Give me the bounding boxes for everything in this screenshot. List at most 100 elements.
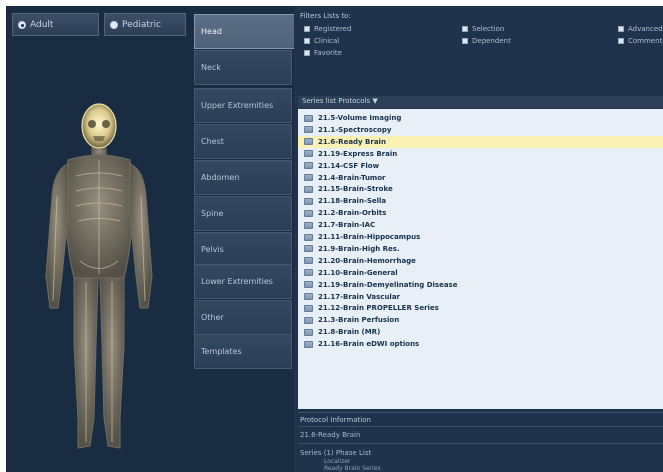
protocol-list-item[interactable]: 21.16-Brain eDWI options [298, 338, 663, 350]
protocol-list-item[interactable]: 21.17-Brain Vascular [298, 291, 663, 303]
protocol-name: 21.18-Brain-Sella [318, 197, 387, 206]
protocol-list-item[interactable]: 21.15-Brain-Stroke [298, 183, 663, 195]
protocol-name: 21.5-Volume Imaging [318, 114, 402, 122]
filter-registered-label: Registered [314, 25, 352, 33]
radio-unselected-icon [110, 20, 118, 29]
protocol-list-item[interactable]: 21.18-Brain-Sella [298, 195, 663, 207]
tab-upper-extremities-label: Upper Extremities [201, 101, 274, 110]
protocol-name: 21.14-CSF Flow [318, 161, 380, 170]
folder-icon [304, 233, 313, 241]
protocol-list-item[interactable]: 21.7-Brain-IAC [298, 219, 663, 231]
filter-dependent-checkbox[interactable]: Dependent [462, 37, 511, 45]
filters-label: Filters Lists to: [300, 12, 351, 20]
folder-icon [304, 174, 313, 181]
protocol-list-item[interactable]: 21.10-Brain-General [298, 267, 663, 279]
filter-comments-checkbox[interactable]: Comments [618, 37, 663, 45]
filter-dependent-label: Dependent [472, 37, 511, 45]
protocol-info-step: Localizer [324, 458, 351, 465]
tab-templates[interactable]: Templates [194, 334, 292, 369]
protocol-name: 21.4-Brain-Tumor [318, 173, 386, 182]
checkbox-icon [304, 38, 310, 44]
tab-lower-extremities[interactable]: Lower Extremities [194, 264, 292, 299]
tab-other[interactable]: Other [194, 300, 292, 335]
checkbox-icon [618, 26, 624, 32]
filter-favorite-label: Favorite [314, 49, 342, 57]
checkbox-icon [462, 26, 468, 32]
filter-advanced-checkbox[interactable]: Advanced [618, 25, 663, 33]
checkbox-icon [304, 50, 310, 56]
protocol-name: 21.11-Brain-Hippocampus [318, 233, 421, 241]
tab-chest[interactable]: Chest [194, 124, 292, 159]
protocol-info-label: Protocol Information [300, 416, 371, 424]
protocol-name: 21.19-Brain-Demyelinating Disease [318, 280, 458, 289]
protocol-list-item[interactable]: 21.11-Brain-Hippocampus [298, 231, 663, 243]
divider [298, 443, 663, 444]
anatomy-panel: Adult Pediatric [6, 6, 190, 472]
protocol-list[interactable]: 21.5-Volume Imaging 21.1-Spectroscopy 21.6… [298, 109, 663, 409]
tab-head[interactable]: Head [194, 14, 296, 49]
checkbox-icon [618, 38, 624, 44]
protocol-name: 21.6-Ready Brain [318, 137, 386, 146]
protocol-list-item[interactable]: 21.9-Brain-High Res. [298, 243, 663, 255]
folder-icon [304, 257, 313, 265]
protocol-content-panel: Filters Lists to: Registered Clinical Fa… [294, 6, 663, 472]
tab-pelvis[interactable]: Pelvis [194, 232, 292, 267]
protocol-list-item[interactable]: 21.4-Brain-Tumor [298, 172, 663, 184]
folder-icon [304, 340, 313, 348]
protocol-name: 21.3-Brain Perfusion [318, 316, 400, 325]
tab-lower-extremities-label: Lower Extremities [201, 277, 273, 286]
region-tab-list: Head Neck Upper Extremities Chest Abdome… [190, 6, 296, 472]
folder-icon [304, 221, 313, 229]
folder-icon [304, 209, 313, 217]
tab-other-label: Other [201, 313, 224, 322]
protocol-name: 21.12-Brain PROPELLER Series [318, 304, 439, 313]
tab-spine-label: Spine [201, 209, 224, 218]
checkbox-icon [462, 38, 468, 44]
protocol-info-step: Ready Brain Series [324, 465, 381, 472]
folder-icon [304, 185, 313, 193]
filter-selection-checkbox[interactable]: Selection [462, 25, 504, 33]
protocol-list-item[interactable]: 21.8-Brain (MR) [298, 326, 663, 338]
filter-clinical-checkbox[interactable]: Clinical [304, 37, 339, 45]
folder-icon [304, 281, 313, 289]
tab-neck-label: Neck [201, 63, 221, 72]
protocol-name: 21.20-Brain-Hemorrhage [318, 256, 416, 265]
filter-favorite-checkbox[interactable]: Favorite [304, 49, 342, 57]
protocol-info-name: 21.6-Ready Brain [300, 431, 361, 439]
protocol-list-item[interactable]: 21.14-CSF Flow [298, 160, 663, 172]
adult-radio-button[interactable]: Adult [12, 13, 99, 36]
protocol-list-item[interactable]: 21.5-Volume Imaging [298, 112, 663, 124]
human-body-figure[interactable] [6, 46, 190, 472]
protocol-list-item[interactable]: 21.6-Ready Brain [298, 135, 663, 148]
tab-upper-extremities[interactable]: Upper Extremities [194, 88, 292, 123]
folder-icon [304, 150, 313, 158]
checkbox-icon [304, 26, 310, 32]
protocol-selector-window: Adult Pediatric Head Neck Upper Extremit… [6, 6, 663, 472]
filter-registered-checkbox[interactable]: Registered [304, 25, 351, 33]
filter-comments-label: Comments [628, 37, 663, 45]
folder-icon [304, 304, 313, 312]
protocol-list-item[interactable]: 21.2-Brain-Orbits [298, 207, 663, 219]
protocol-list-item[interactable]: 21.19-Brain-Demyelinating Disease [298, 279, 663, 291]
tab-abdomen[interactable]: Abdomen [194, 160, 292, 195]
tab-spine[interactable]: Spine [194, 196, 292, 231]
pediatric-radio-button[interactable]: Pediatric [104, 13, 186, 36]
protocol-list-item[interactable]: 21.19-Express Brain [298, 148, 663, 160]
folder-icon [304, 138, 313, 146]
protocol-list-header[interactable]: Series list Protocols ▼ [298, 96, 663, 108]
protocol-name: 21.7-Brain-IAC [318, 221, 376, 230]
head-highlight[interactable] [81, 103, 117, 149]
folder-icon [304, 316, 313, 324]
filter-selection-label: Selection [472, 25, 505, 33]
protocol-name: 21.8-Brain (MR) [318, 328, 381, 337]
protocol-list-item[interactable]: 21.3-Brain Perfusion [298, 314, 663, 326]
tab-neck[interactable]: Neck [194, 50, 292, 85]
tab-pelvis-label: Pelvis [201, 245, 224, 254]
protocol-list-item[interactable]: 21.12-Brain PROPELLER Series [298, 302, 663, 314]
protocol-list-item[interactable]: 21.20-Brain-Hemorrhage [298, 255, 663, 267]
protocol-list-item[interactable]: 21.1-Spectroscopy [298, 124, 663, 136]
filter-clinical-label: Clinical [314, 37, 340, 45]
protocol-name: 21.1-Spectroscopy [318, 125, 392, 134]
folder-icon [304, 114, 313, 122]
adult-label: Adult [30, 19, 54, 30]
